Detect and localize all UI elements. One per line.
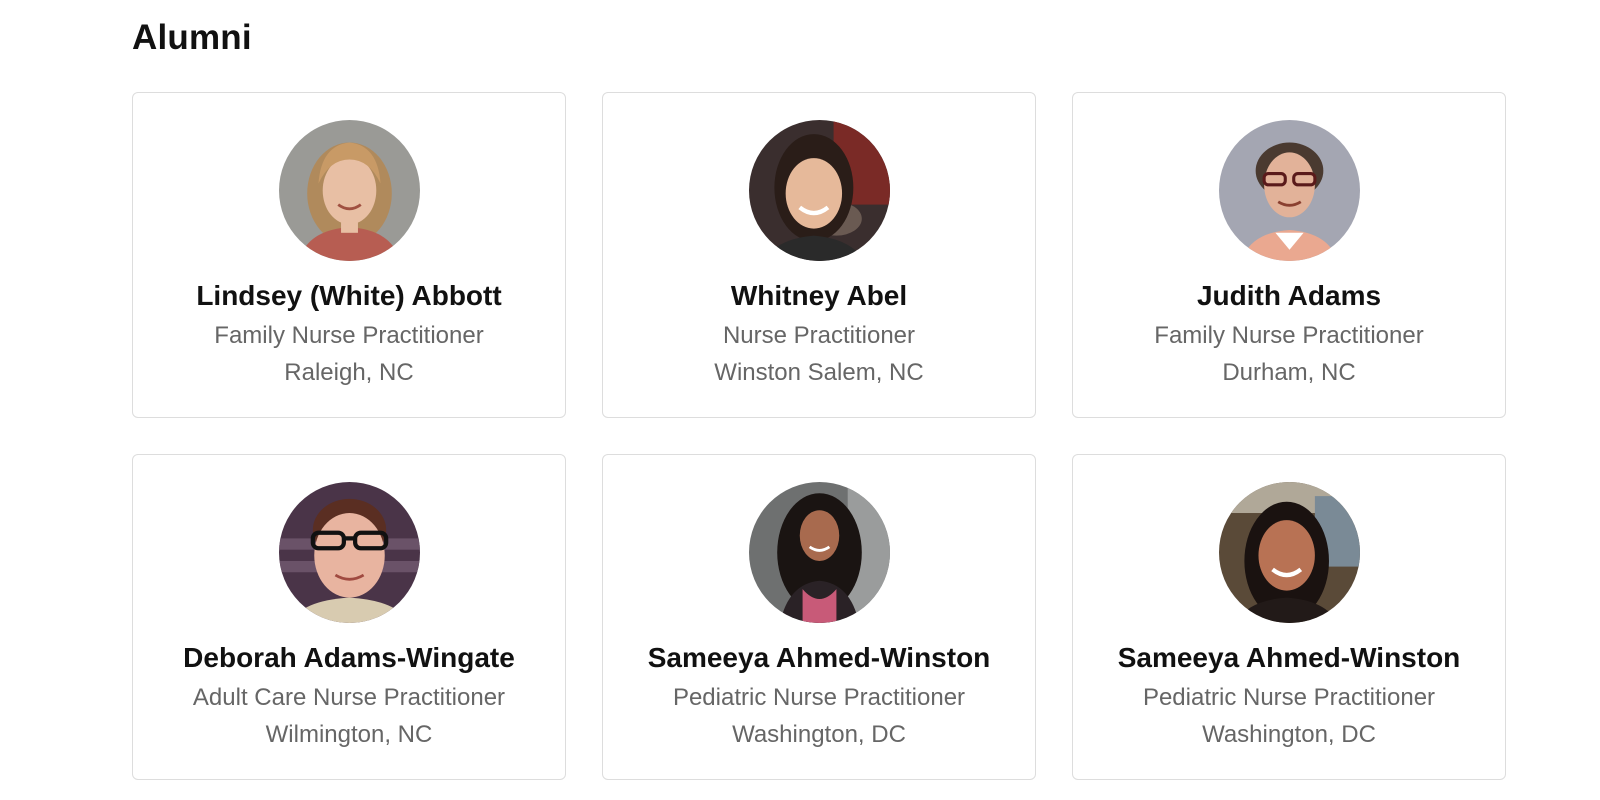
alumni-location: Durham, NC [1222, 359, 1356, 386]
alumni-name[interactable]: Whitney Abel [731, 279, 907, 313]
alumni-role: Pediatric Nurse Practitioner [672, 684, 966, 711]
alumni-card[interactable]: Judith Adams Family Nurse Practitioner D… [1072, 92, 1506, 418]
alumni-card[interactable]: Deborah Adams-Wingate Adult Care Nurse P… [132, 454, 566, 780]
alumni-card[interactable]: Lindsey (White) Abbott Family Nurse Prac… [132, 92, 566, 418]
alumni-location: Wilmington, NC [265, 721, 433, 748]
avatar [1218, 120, 1360, 261]
alumni-card[interactable]: Whitney Abel Nurse Practitioner Winston … [602, 92, 1036, 418]
alumni-location: Winston Salem, NC [714, 359, 924, 386]
alumni-name[interactable]: Judith Adams [1197, 279, 1381, 313]
alumni-location: Washington, DC [1202, 721, 1376, 748]
avatar [748, 120, 890, 261]
alumni-name[interactable]: Lindsey (White) Abbott [196, 279, 501, 313]
alumni-location: Washington, DC [732, 721, 906, 748]
alumni-role: Nurse Practitioner [722, 322, 916, 349]
alumni-name[interactable]: Sameeya Ahmed-Winston [648, 641, 991, 675]
avatar [1218, 482, 1360, 623]
section-title: Alumni [132, 18, 252, 57]
avatar [278, 482, 420, 623]
alumni-grid: Lindsey (White) Abbott Family Nurse Prac… [132, 92, 1506, 780]
alumni-location: Raleigh, NC [284, 359, 414, 386]
avatar [748, 482, 890, 623]
alumni-card[interactable]: Sameeya Ahmed-Winston Pediatric Nurse Pr… [602, 454, 1036, 780]
alumni-card[interactable]: Sameeya Ahmed-Winston Pediatric Nurse Pr… [1072, 454, 1506, 780]
alumni-page: Alumni Lindsey (White) Abbott Family Nur… [0, 0, 1600, 800]
avatar [278, 120, 420, 261]
alumni-name[interactable]: Sameeya Ahmed-Winston [1118, 641, 1461, 675]
alumni-role: Family Nurse Practitioner [1154, 322, 1424, 349]
alumni-role: Adult Care Nurse Practitioner [192, 684, 506, 711]
alumni-role: Pediatric Nurse Practitioner [1142, 684, 1436, 711]
alumni-name[interactable]: Deborah Adams-Wingate [183, 641, 515, 675]
alumni-role: Family Nurse Practitioner [214, 322, 484, 349]
